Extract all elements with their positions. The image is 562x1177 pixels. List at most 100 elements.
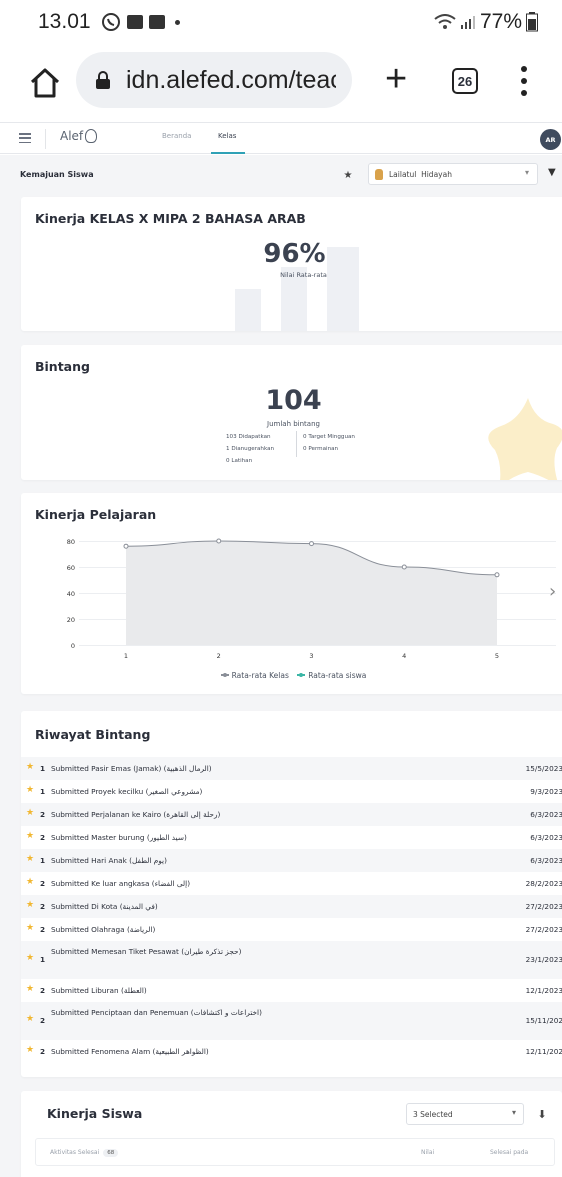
download-icon[interactable]: ⬇ xyxy=(531,1103,553,1125)
star-icon: ★ xyxy=(26,900,35,910)
tab-beranda[interactable]: Beranda xyxy=(162,132,191,140)
chart-legend: Rata-rata Kelas Rata-rata siswa xyxy=(21,669,562,680)
star-history-title: Riwayat Bintang xyxy=(35,727,151,742)
lesson-performance-chart: 0 20 40 60 80 1 2 3 4 5 xyxy=(67,538,556,660)
lesson-performance-title: Kinerja Pelajaran xyxy=(35,507,157,522)
stars-weekly-target: 0 Target Mingguan xyxy=(303,434,355,440)
data-point xyxy=(494,572,500,578)
star-history-text: Submitted Perjalanan ke Kairo (رحلة إلى … xyxy=(51,810,221,819)
star-history-text: Submitted Liburan (العطلة) xyxy=(51,986,147,995)
col-activity[interactable]: Aktivitas Selesai 68 xyxy=(50,1149,119,1157)
avatar[interactable]: AR xyxy=(540,129,561,150)
star-history-list: ★ 1 Submitted Pasir Emas (Jamak) (الرمال ا… xyxy=(21,757,562,1063)
legend-item-student[interactable]: Rata-rata siswa xyxy=(297,671,366,680)
star-count: 2 xyxy=(40,986,46,995)
address-bar[interactable]: idn.alefed.com/teac xyxy=(76,52,352,108)
student-select-value: Lailatul Hidayah xyxy=(389,169,452,179)
x-tick-label: 1 xyxy=(124,652,128,660)
star-history-date: 15/5/2023 xyxy=(525,764,562,773)
star-history-text: Submitted Hari Anak (يوم الطفل) xyxy=(51,856,167,865)
logo-text: Alef xyxy=(60,129,84,143)
home-icon[interactable] xyxy=(28,66,62,100)
activity-type-select[interactable]: 3 Selected ▾ xyxy=(406,1103,524,1125)
main-content: Kemajuan Siswa ★ Lailatul Hidayah ▾ ▼ Ki… xyxy=(0,155,562,1177)
student-performance-card: Kinerja Siswa 3 Selected ▾ ⬇ Aktivitas S… xyxy=(21,1091,562,1177)
star-count: 2 xyxy=(40,1016,46,1025)
page-subheader: Kemajuan Siswa ★ Lailatul Hidayah ▾ ▼ xyxy=(0,155,562,195)
average-score-label: Nilai Rata-rata xyxy=(280,271,327,279)
wifi-icon xyxy=(434,14,456,29)
url-text[interactable]: idn.alefed.com/teac xyxy=(126,66,336,95)
pin-star-icon[interactable]: ★ xyxy=(340,167,356,183)
star-history-date: 15/11/202 xyxy=(525,1016,562,1025)
col-score[interactable]: Nilai xyxy=(421,1149,434,1156)
star-history-date: 6/3/2023 xyxy=(530,810,562,819)
star-history-text: Submitted Fenomena Alam (الظواهر الطبيعي… xyxy=(51,1047,209,1056)
alef-logo[interactable]: Alef xyxy=(60,129,98,143)
star-history-date: 23/1/2023 xyxy=(525,955,562,964)
legend-label-student: Rata-rata siswa xyxy=(308,670,367,680)
page-title: Kemajuan Siswa xyxy=(20,170,94,179)
star-count: 2 xyxy=(40,1047,46,1056)
signal-icon xyxy=(460,16,475,29)
more-menu-icon[interactable] xyxy=(520,66,528,96)
student-performance-title: Kinerja Siswa xyxy=(47,1106,143,1121)
star-icon: ★ xyxy=(26,923,35,933)
star-icon: ★ xyxy=(26,785,35,795)
star-history-date: 12/11/202 xyxy=(525,1047,562,1056)
stars-total-label: Jumlah bintang xyxy=(267,420,320,428)
series-area xyxy=(126,541,497,645)
data-point xyxy=(401,564,407,570)
legend-item-class[interactable]: Rata-rata Kelas xyxy=(220,670,289,680)
stars-breakdown-left: 103 Didapatkan 1 Dianugerahkan 0 Latihan xyxy=(226,431,274,467)
alef-logo-mark-icon xyxy=(85,129,98,143)
star-history-date: 6/3/2023 xyxy=(530,856,562,865)
star-history-text: Submitted Di Kota (في المدينة) xyxy=(51,902,158,911)
y-tick-label: 80 xyxy=(67,538,75,546)
x-tick-label: 2 xyxy=(217,652,221,660)
star-history-date: 27/2/2023 xyxy=(525,902,562,911)
status-bar: 13.01 77% xyxy=(0,0,562,44)
x-tick-label: 3 xyxy=(309,652,313,660)
star-history-text: Submitted Olahraga (الرياضة) xyxy=(51,925,156,934)
active-tab-indicator xyxy=(211,152,245,154)
star-history-row: ★ 1 Submitted Hari Anak (يوم الطفل) 6/3/202… xyxy=(21,849,562,872)
lock-icon[interactable] xyxy=(96,71,110,89)
y-tick-label: 20 xyxy=(67,616,75,624)
class-performance-title: Kinerja KELAS X MIPA 2 BAHASA ARAB xyxy=(35,211,306,226)
chevron-down-icon: ▾ xyxy=(524,168,529,177)
average-score-value: 96% xyxy=(263,239,326,269)
chevron-right-icon[interactable]: › xyxy=(549,581,556,602)
star-history-row: ★ 1 Submitted Proyek kecilku (مشروعي الصغي… xyxy=(21,780,562,803)
status-time: 13.01 xyxy=(38,10,91,33)
data-point xyxy=(123,543,129,549)
star-icon: ★ xyxy=(26,808,35,818)
star-history-row: ★ 2 Submitted Perjalanan ke Kairo (رحلة إل… xyxy=(21,803,562,826)
filter-icon[interactable]: ▼ xyxy=(548,167,556,178)
data-point xyxy=(309,541,314,547)
stars-breakdown-right: 0 Target Mingguan 0 Permainan xyxy=(296,431,355,457)
y-tick-label: 40 xyxy=(67,590,75,598)
x-tick-label: 4 xyxy=(402,652,406,660)
tab-switcher-button[interactable]: 26 xyxy=(452,68,478,94)
star-history-date: 12/1/2023 xyxy=(525,986,562,995)
browser-toolbar: idn.alefed.com/teac + 26 xyxy=(0,48,562,120)
new-tab-icon[interactable]: + xyxy=(385,60,407,98)
whatsapp-icon xyxy=(101,13,120,31)
star-history-row: ★ 2 Submitted Ke luar angkasa (إلى الفضاء)… xyxy=(21,872,562,895)
hamburger-menu-icon[interactable] xyxy=(19,133,31,143)
star-history-row: ★ 2 Submitted Di Kota (في المدينة) 27/2/202… xyxy=(21,895,562,918)
col-completed-at[interactable]: Selesai pada xyxy=(490,1149,528,1156)
star-icon: ★ xyxy=(26,1045,35,1055)
legend-label-class: Rata-rata Kelas xyxy=(231,670,289,680)
star-count: 1 xyxy=(40,787,46,796)
student-select[interactable]: Lailatul Hidayah ▾ xyxy=(368,163,538,185)
star-history-date: 6/3/2023 xyxy=(530,833,562,842)
folder-icon xyxy=(148,15,165,29)
y-tick-label: 0 xyxy=(71,642,75,650)
star-history-text: Submitted Penciptaan dan Penemuan (اخترا… xyxy=(51,1008,262,1017)
tab-kelas[interactable]: Kelas xyxy=(218,132,236,140)
star-history-row: ★ 2 Submitted Olahraga (الرياضة) 27/2/2023 xyxy=(21,918,562,941)
star-history-text: Submitted Pasir Emas (Jamak) (الرمال الذ… xyxy=(51,764,212,773)
class-performance-card: Kinerja KELAS X MIPA 2 BAHASA ARAB 96% N… xyxy=(21,197,562,331)
